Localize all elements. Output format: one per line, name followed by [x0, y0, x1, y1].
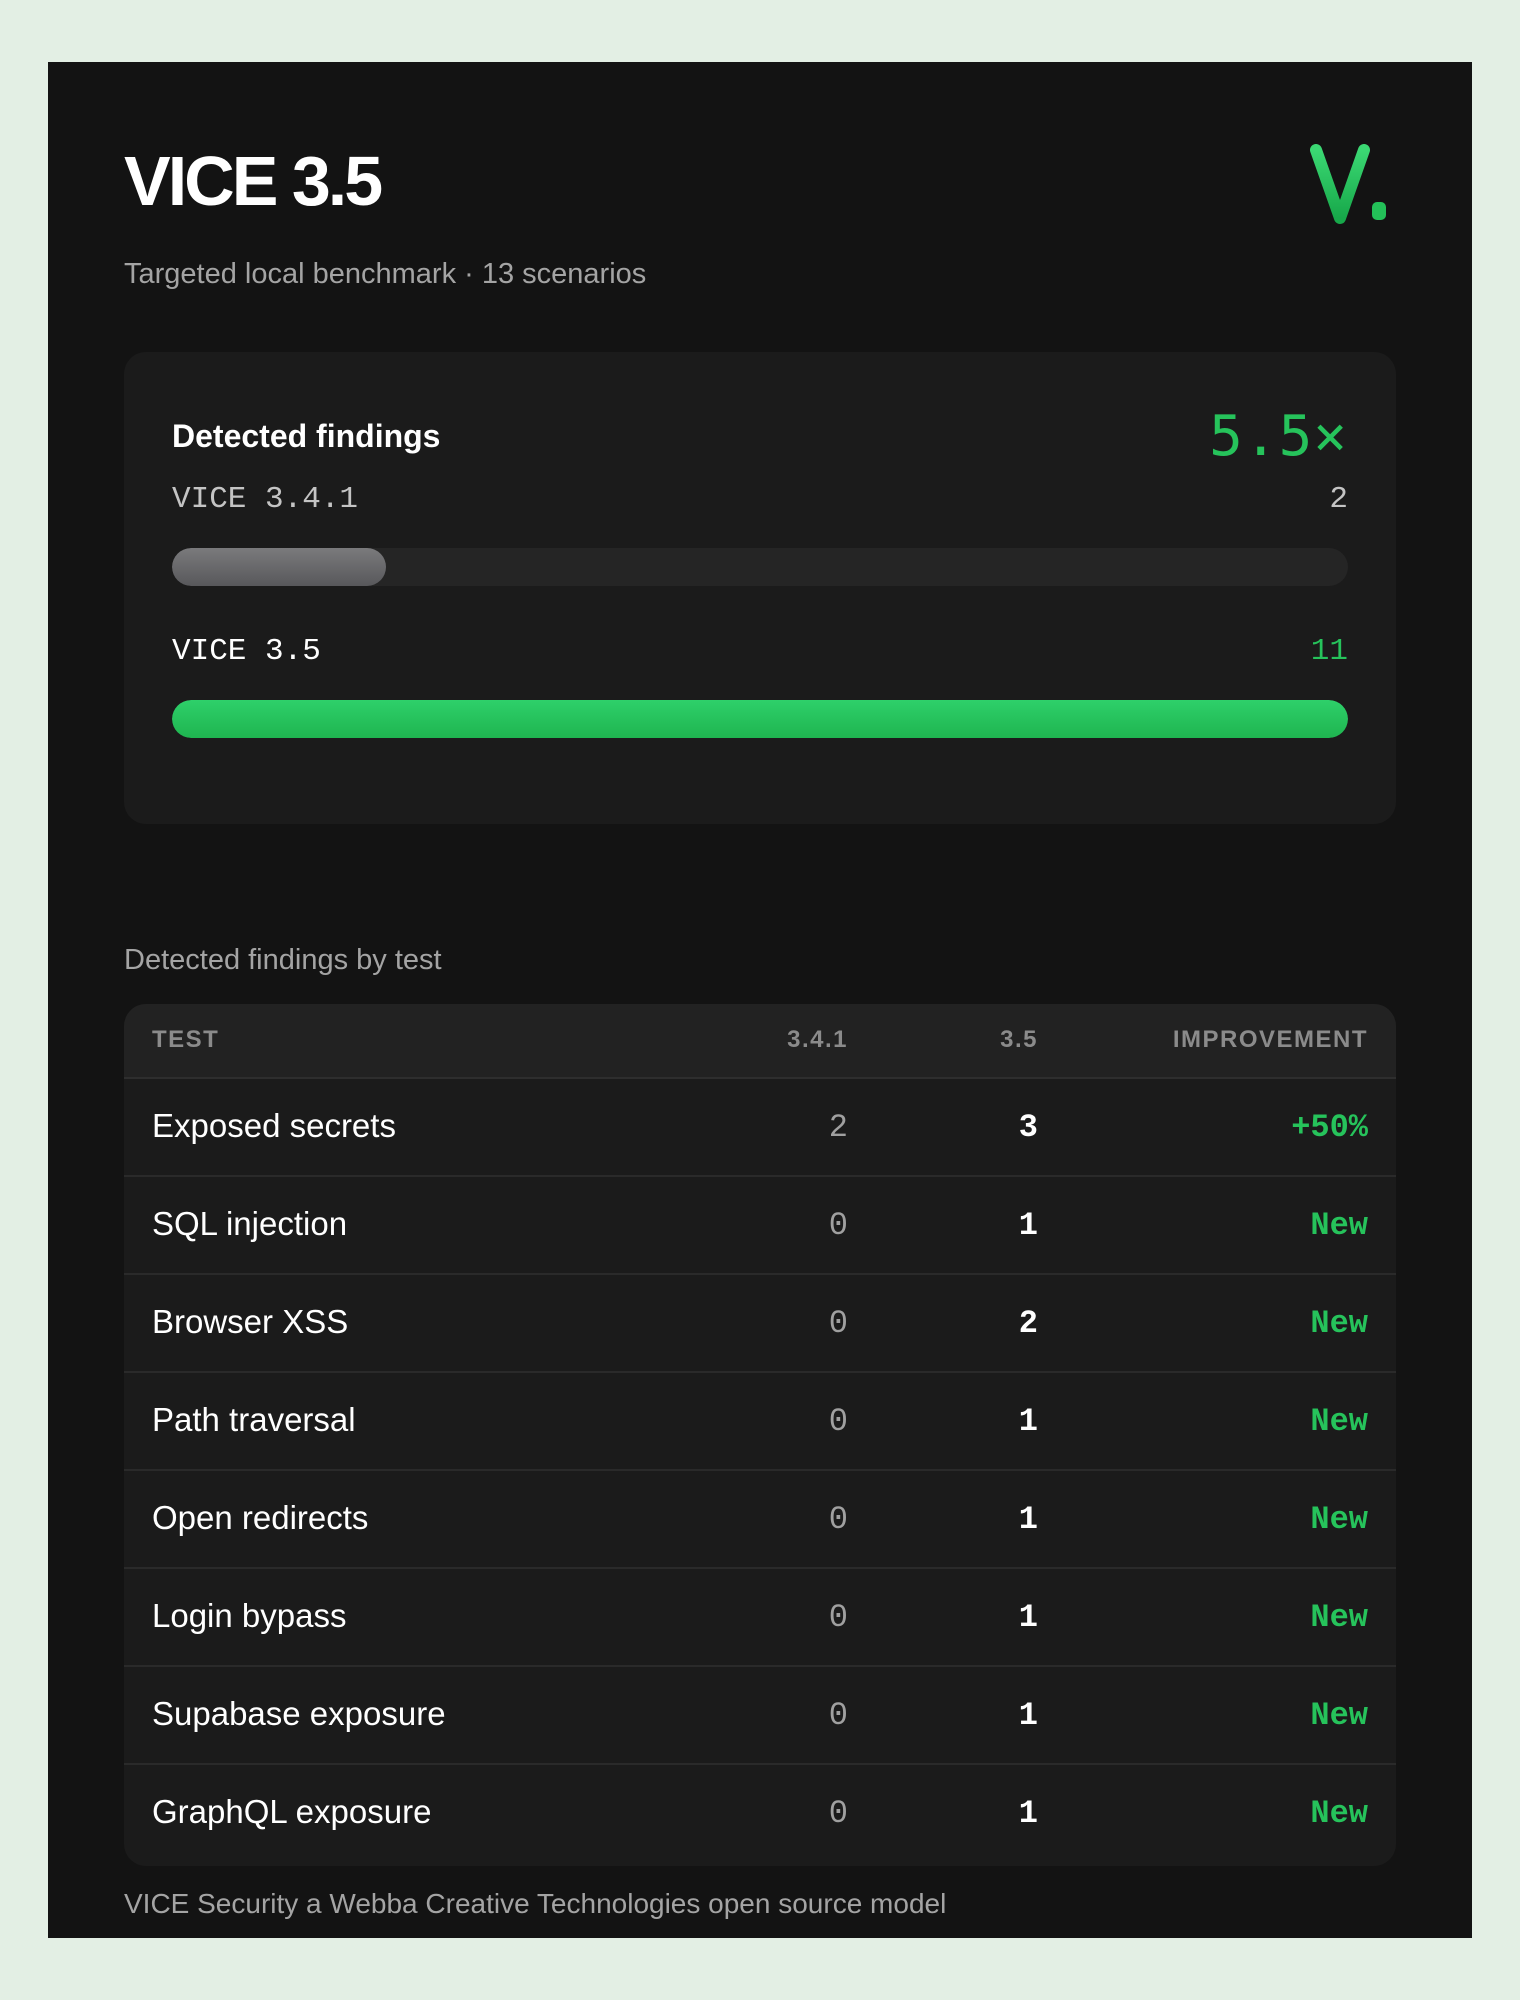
- bar-track-old-version: [172, 548, 1348, 586]
- cell-improvement: New: [1310, 1403, 1368, 1440]
- cell-old-count: 0: [828, 1599, 848, 1636]
- cell-test: SQL injection: [152, 1205, 348, 1242]
- cell-old-count: 0: [828, 1207, 848, 1244]
- cell-new-count: 1: [1018, 1795, 1038, 1832]
- benchmark-card: VICE 3.5 Targeted local benchmark · 13 s…: [48, 62, 1472, 1938]
- cell-test: GraphQL exposure: [152, 1793, 432, 1830]
- cell-new-count: 1: [1018, 1403, 1038, 1440]
- cell-improvement: +50%: [1291, 1109, 1368, 1146]
- cell-new-count: 1: [1018, 1697, 1038, 1734]
- cell-improvement: New: [1310, 1305, 1368, 1342]
- findings-table: TEST 3.4.1 3.5 IMPROVEMENT Exposed secre…: [124, 1004, 1396, 1866]
- vice-logo-icon: [1310, 144, 1386, 224]
- cell-improvement: New: [1310, 1599, 1368, 1636]
- cell-old-count: 0: [828, 1305, 848, 1342]
- header-new-version: 3.5: [1000, 1026, 1038, 1053]
- cell-new-count: 3: [1018, 1109, 1038, 1146]
- table-header: TEST 3.4.1 3.5 IMPROVEMENT: [124, 1004, 1396, 1079]
- bar-fill-new-version: [172, 700, 1348, 738]
- cell-old-count: 0: [828, 1697, 848, 1734]
- bar-value-new-version: 11: [1310, 634, 1348, 669]
- table-row: GraphQL exposure 0 1 New: [124, 1765, 1396, 1861]
- cell-old-count: 2: [828, 1109, 848, 1146]
- cell-improvement: New: [1310, 1697, 1368, 1734]
- detected-findings-panel: Detected findings 5.5× VICE 3.4.1 2 VICE…: [124, 352, 1396, 824]
- cell-new-count: 1: [1018, 1501, 1038, 1538]
- cell-new-count: 1: [1018, 1599, 1038, 1636]
- header-test: TEST: [152, 1026, 220, 1053]
- cell-test: Exposed secrets: [152, 1107, 396, 1144]
- header-old-version: 3.4.1: [787, 1026, 848, 1053]
- cell-new-count: 1: [1018, 1207, 1038, 1244]
- bar-label-new-version: VICE 3.5: [172, 634, 321, 669]
- header-improvement: IMPROVEMENT: [1172, 1026, 1368, 1053]
- bar-track-new-version: [172, 700, 1348, 738]
- table-row: Browser XSS 0 2 New: [124, 1275, 1396, 1373]
- cell-improvement: New: [1310, 1501, 1368, 1538]
- cell-improvement: New: [1310, 1207, 1368, 1244]
- bar-fill-old-version: [172, 548, 386, 586]
- cell-old-count: 0: [828, 1403, 848, 1440]
- page-title: VICE 3.5: [124, 142, 383, 220]
- page-subtitle: Targeted local benchmark · 13 scenarios: [124, 258, 647, 290]
- cell-new-count: 2: [1018, 1305, 1038, 1342]
- cell-test: Browser XSS: [152, 1303, 349, 1340]
- table-row: SQL injection 0 1 New: [124, 1177, 1396, 1275]
- table-row: Open redirects 0 1 New: [124, 1471, 1396, 1569]
- cell-test: Login bypass: [152, 1597, 347, 1634]
- table-row: Path traversal 0 1 New: [124, 1373, 1396, 1471]
- panel-title: Detected findings: [172, 418, 441, 454]
- cell-old-count: 0: [828, 1501, 848, 1538]
- table-row: Supabase exposure 0 1 New: [124, 1667, 1396, 1765]
- cell-test: Supabase exposure: [152, 1695, 446, 1732]
- footer-credit: VICE Security a Webba Creative Technolog…: [124, 1888, 947, 1919]
- table-row: Exposed secrets 2 3 +50%: [124, 1079, 1396, 1177]
- table-section-label: Detected findings by test: [124, 944, 442, 976]
- bar-value-old-version: 2: [1329, 482, 1348, 517]
- cell-old-count: 0: [828, 1795, 848, 1832]
- cell-improvement: New: [1310, 1795, 1368, 1832]
- table-row: Login bypass 0 1 New: [124, 1569, 1396, 1667]
- improvement-ratio: 5.5×: [1209, 404, 1348, 469]
- bar-label-old-version: VICE 3.4.1: [172, 482, 359, 517]
- cell-test: Path traversal: [152, 1401, 356, 1438]
- cell-test: Open redirects: [152, 1499, 369, 1536]
